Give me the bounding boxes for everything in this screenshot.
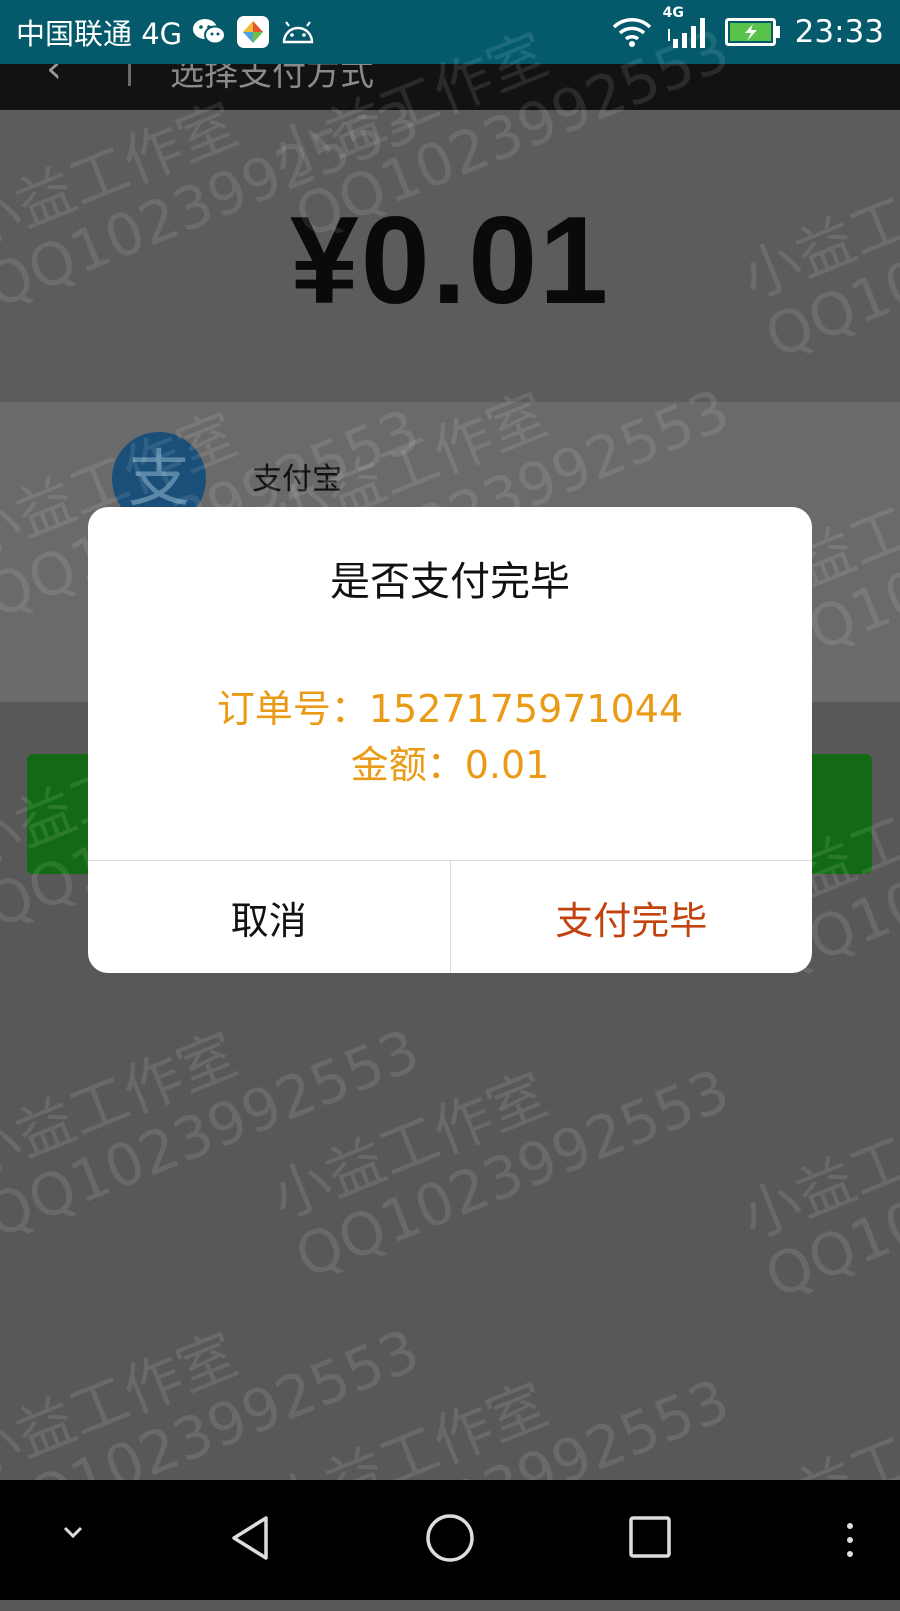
payment-complete-button[interactable]: 支付完毕 — [451, 861, 813, 973]
app-store-icon — [236, 15, 270, 49]
page-title: 选择支付方式 — [170, 64, 374, 94]
watermark: 小益工作室 QQ1023992553 — [732, 1075, 900, 1312]
chevron-down-icon[interactable] — [56, 1520, 90, 1544]
payment-amount: ¥0.01 — [289, 192, 611, 330]
back-triangle-icon[interactable] — [226, 1513, 276, 1563]
cancel-button[interactable]: 取消 — [88, 861, 451, 973]
title-divider — [128, 64, 131, 86]
watermark: 小益工作室 QQ1023992553 — [0, 1015, 429, 1252]
order-amount: 金额：0.01 — [350, 743, 550, 787]
payment-confirm-dialog: 是否支付完毕 订单号：1527175971044 金额：0.01 取消 支付完毕 — [88, 507, 812, 973]
network-badge: 4G — [662, 5, 684, 21]
clock: 23:33 — [794, 14, 884, 50]
app-title-bar: ‹ 选择支付方式 — [0, 64, 900, 110]
recents-square-icon[interactable] — [627, 1514, 673, 1560]
dialog-message: 订单号：1527175971044 金额：0.01 — [88, 681, 812, 793]
carrier-label: 中国联通 4G — [16, 17, 183, 51]
signal-icon: 4G — [663, 5, 711, 49]
amount-section: ¥0.01 — [0, 110, 900, 402]
wifi-icon — [611, 16, 653, 48]
watermark: 小益工作室 QQ1023992553 — [262, 1055, 739, 1292]
status-bar-right: 4G 23:33 — [611, 5, 884, 50]
wechat-icon — [192, 17, 227, 47]
android-icon — [280, 20, 316, 44]
back-arrow-icon[interactable]: ‹ — [46, 64, 62, 92]
status-bar-left: 中国联通 4G — [16, 11, 316, 53]
more-dots-icon[interactable] — [842, 1520, 858, 1560]
home-circle-icon[interactable] — [424, 1512, 476, 1564]
payment-method-label: 支付宝 — [252, 462, 342, 497]
dialog-buttons: 取消 支付完毕 — [88, 860, 812, 973]
status-bar: 中国联通 4G 4G 23:33 — [0, 0, 900, 64]
system-nav-bar — [0, 1480, 900, 1600]
battery-charging-icon — [724, 17, 781, 47]
dialog-title: 是否支付完毕 — [330, 559, 570, 605]
order-number: 订单号：1527175971044 — [216, 687, 684, 731]
